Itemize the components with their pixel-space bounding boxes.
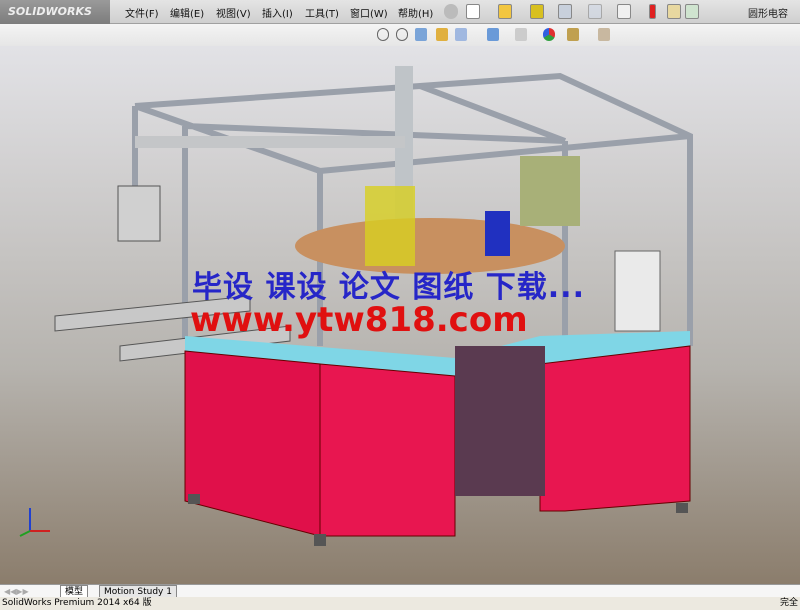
view-toolbar: [0, 24, 800, 46]
cabinet-left: [184, 350, 321, 537]
window-title: 圆形电容: [748, 9, 788, 20]
open-icon[interactable]: [498, 4, 512, 19]
display-style-icon[interactable]: [487, 28, 499, 41]
view-settings-icon[interactable]: [598, 28, 610, 41]
options-icon[interactable]: [667, 4, 681, 19]
apply-scene-icon[interactable]: [567, 28, 579, 41]
cabinet-right: [539, 345, 691, 512]
save-icon[interactable]: [530, 4, 544, 19]
edit-appearance-icon[interactable]: [543, 28, 555, 41]
arm-beam: [135, 136, 405, 148]
menu-edit[interactable]: 编辑(E): [170, 5, 204, 20]
menu-help[interactable]: 帮助(H): [398, 5, 433, 20]
new-document-icon[interactable]: [466, 4, 480, 19]
previous-view-icon[interactable]: [415, 28, 427, 41]
view-orientation-icon[interactable]: [455, 28, 467, 41]
side-unit: [614, 250, 661, 332]
print-icon[interactable]: [558, 4, 572, 19]
rebuild-icon[interactable]: [649, 4, 656, 19]
status-bar: SolidWorks Premium 2014 x64 版 完全: [0, 597, 800, 610]
menu-insert[interactable]: 插入(I): [262, 5, 293, 20]
status-state: 完全: [779, 598, 798, 608]
tab-scroll-arrows[interactable]: ◀◀▶▶: [4, 587, 29, 596]
solidworks-logo: SOLIDWORKS: [0, 0, 110, 24]
menu-bar: SOLIDWORKS 文件(F) 编辑(E) 视图(V) 插入(I) 工具(T)…: [0, 0, 800, 24]
control-box: [117, 185, 161, 242]
watermark-url: www.ytw818.com: [190, 300, 528, 340]
select-icon[interactable]: [617, 4, 631, 19]
cabinet-front: [319, 363, 456, 537]
menu-window[interactable]: 窗口(W): [350, 5, 388, 20]
status-product: SolidWorks Premium 2014 x64 版: [2, 598, 152, 608]
tab-bar: ◀◀▶▶ 模型 Motion Study 1: [0, 584, 800, 598]
menu-tools[interactable]: 工具(T): [305, 5, 339, 20]
hide-show-icon[interactable]: [515, 28, 527, 41]
menu-view[interactable]: 视图(V): [216, 5, 251, 20]
graphics-viewport[interactable]: 毕设 课设 论文 图纸 下载... www.ytw818.com: [0, 46, 800, 584]
pin-icon[interactable]: [444, 4, 458, 19]
zoom-area-icon[interactable]: [396, 28, 408, 41]
menu-file[interactable]: 文件(F): [125, 5, 159, 20]
center-drive-unit: [455, 346, 545, 496]
feeder-mechanism: [520, 156, 580, 226]
file-properties-icon[interactable]: [685, 4, 699, 19]
section-view-icon[interactable]: [436, 28, 448, 41]
coordinate-triad: [19, 508, 50, 537]
yellow-mechanism: [365, 186, 415, 266]
zoom-to-fit-icon[interactable]: [377, 28, 389, 41]
undo-icon[interactable]: [588, 4, 602, 19]
blue-mechanism: [485, 211, 510, 256]
